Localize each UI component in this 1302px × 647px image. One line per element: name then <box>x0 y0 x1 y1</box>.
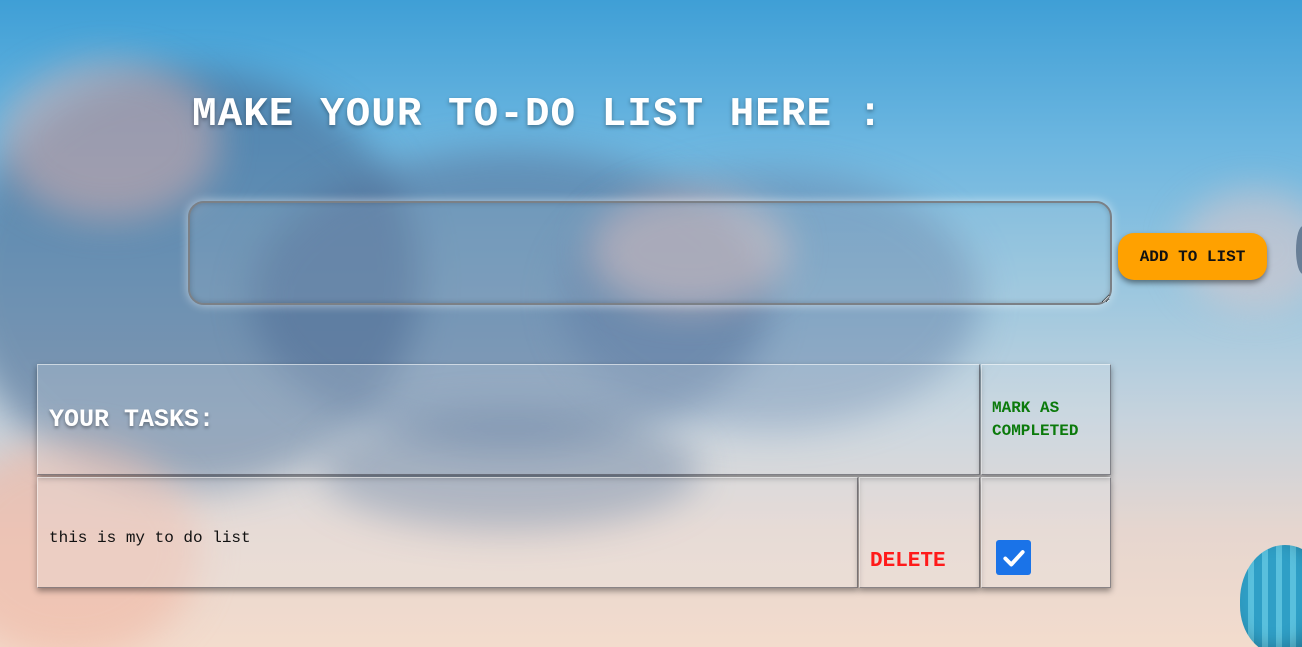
task-text: this is my to do list <box>49 529 251 547</box>
tasks-header-cell: YOUR TASKS: <box>37 364 980 475</box>
background-cloud <box>0 60 220 220</box>
delete-cell: DELETE <box>859 477 980 588</box>
completed-header-cell: MARK AS COMPLETED <box>981 364 1111 475</box>
completed-cell <box>981 477 1111 588</box>
background-shape <box>1296 226 1302 274</box>
hot-air-balloon-image <box>1240 545 1302 647</box>
completed-header-label: MARK AS COMPLETED <box>992 398 1079 440</box>
add-to-list-button[interactable]: ADD TO LIST <box>1118 233 1267 280</box>
task-text-cell: this is my to do list <box>37 477 858 588</box>
delete-button[interactable]: DELETE <box>870 550 946 573</box>
checkmark-icon <box>1002 549 1025 566</box>
tasks-header-label: YOUR TASKS: <box>49 405 215 434</box>
page-title: MAKE YOUR TO-DO LIST HERE : <box>192 92 884 138</box>
task-input[interactable] <box>188 201 1112 305</box>
completed-checkbox[interactable] <box>996 540 1031 575</box>
